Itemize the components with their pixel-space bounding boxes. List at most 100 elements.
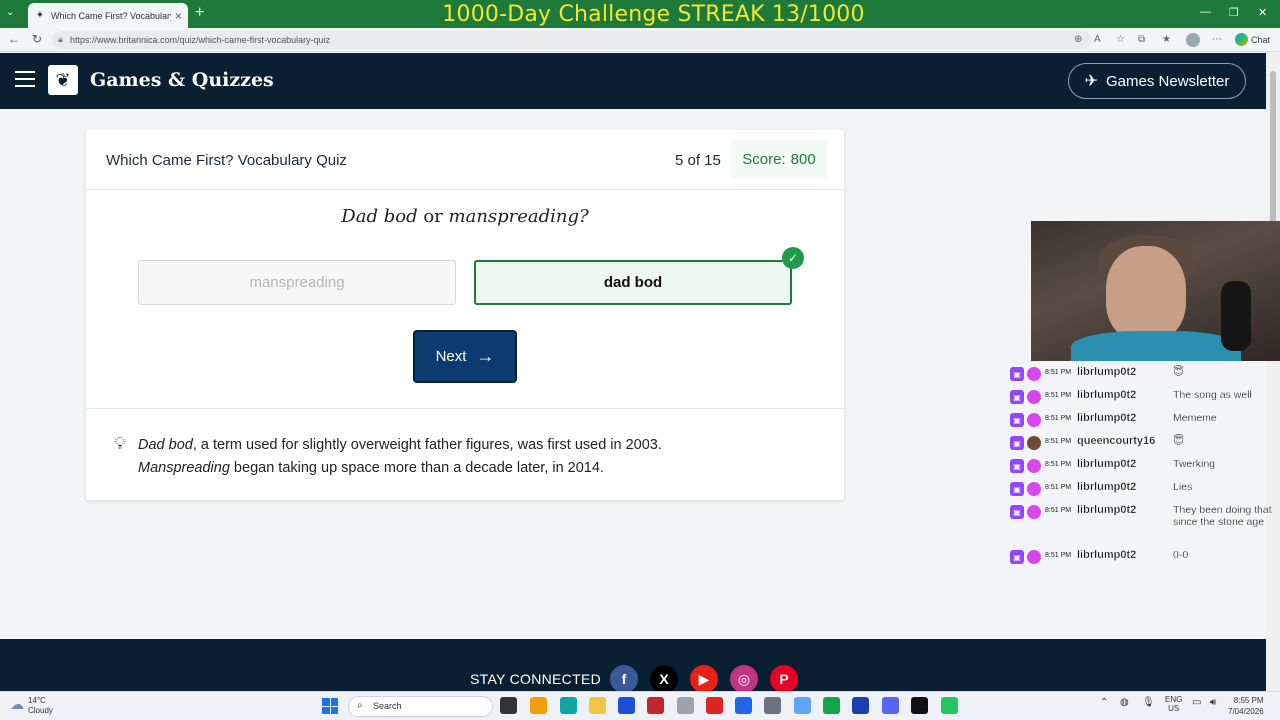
- chat-user: librlump0t2: [1077, 412, 1137, 424]
- divider: [86, 408, 844, 409]
- chat-time: 8:51 PM: [1045, 484, 1072, 491]
- windows-start-icon[interactable]: [322, 698, 338, 714]
- chat-message: ▣ 8:51 PM librlump0t2 Mememe: [1006, 411, 1276, 434]
- chat-time: 8:51 PM: [1045, 369, 1072, 376]
- cloud-icon: ☁: [10, 696, 24, 712]
- score-badge: Score: 800: [731, 140, 827, 178]
- system-clock[interactable]: 8:55 PM 7/04/2026: [1228, 695, 1264, 717]
- x-glyph: X: [659, 671, 669, 687]
- language-indicator[interactable]: ENG US: [1165, 695, 1182, 713]
- chat-message: ▣ 8:51 PM queencourty16 😇: [1006, 434, 1276, 457]
- search-icon: ⌕: [357, 700, 363, 711]
- user-avatar: [1027, 505, 1041, 519]
- twitch-icon: ▣: [1010, 367, 1024, 381]
- taskbar-search[interactable]: ⌕ Search: [348, 696, 493, 717]
- microphone-icon: [1221, 281, 1251, 351]
- chat-text: 0-0: [1173, 549, 1189, 561]
- chat-message: ▣ 8:51 PM librlump0t2 😇: [1006, 365, 1276, 388]
- next-label: Next: [435, 348, 467, 365]
- quiz-card: Which Came First? Vocabulary Quiz 5 of 1…: [86, 130, 844, 500]
- brand-name[interactable]: Games & Quizzes: [90, 69, 274, 91]
- microphone-tray-icon[interactable]: 🎙︎: [1142, 697, 1155, 708]
- chevron-up-icon[interactable]: ⌃: [1100, 697, 1108, 708]
- app-icon-l[interactable]: [706, 697, 723, 714]
- read-aloud-icon[interactable]: A: [1094, 34, 1101, 45]
- url-field[interactable]: 🔒︎ https://www.britannica.com/quiz/which…: [52, 31, 1092, 49]
- chat-text: 😇: [1173, 366, 1184, 378]
- answer-option-manspreading: manspreading: [138, 260, 456, 305]
- copilot-chat-button[interactable]: Chat: [1235, 33, 1270, 46]
- chat-time: 8:51 PM: [1045, 392, 1072, 399]
- pinterest-icon[interactable]: P: [770, 665, 798, 693]
- answer-explanation: Dad bod, a term used for slightly overwe…: [138, 434, 758, 480]
- chat-text: They been doing that since the stone age: [1173, 504, 1272, 528]
- favorite-star-icon[interactable]: ☆: [1116, 34, 1125, 45]
- settings-gear-icon[interactable]: [677, 697, 694, 714]
- edge-icon[interactable]: [560, 697, 577, 714]
- question-term-a: Dad bod: [341, 206, 418, 227]
- network-icon[interactable]: ◍: [1120, 697, 1129, 708]
- answer-option-dad-bod: dad bod: [474, 260, 792, 305]
- weather-widget[interactable]: ☁ 14°C Cloudy: [10, 696, 53, 716]
- chat-time: 8:51 PM: [1045, 552, 1072, 559]
- hamburger-menu-icon[interactable]: [15, 71, 35, 91]
- obs-icon[interactable]: [911, 697, 928, 714]
- app-icon-grid[interactable]: [941, 697, 958, 714]
- pinterest-glyph: P: [779, 671, 789, 687]
- webcam-feed: [1031, 221, 1280, 361]
- quiz-title: Which Came First? Vocabulary Quiz: [106, 152, 347, 169]
- user-avatar: [1027, 436, 1041, 450]
- refresh-icon[interactable]: ↻: [32, 32, 42, 46]
- address-bar-row: ← ↻ 🔒︎ https://www.britannica.com/quiz/w…: [0, 28, 1280, 52]
- explanation-part-1: , a term used for slightly overweight fa…: [192, 437, 662, 453]
- back-icon[interactable]: ←: [8, 32, 20, 46]
- clock-date: 7/04/2026: [1228, 707, 1264, 716]
- more-menu-icon[interactable]: ⋯: [1212, 34, 1222, 45]
- app-icon-red[interactable]: [647, 697, 664, 714]
- facebook-icon[interactable]: f: [610, 665, 638, 693]
- app-icon-gray[interactable]: [764, 697, 781, 714]
- britannica-logo-icon[interactable]: ❦: [48, 65, 78, 95]
- site-footer: STAY CONNECTED f X ▶ ◎ P: [0, 639, 1266, 693]
- user-avatar: [1027, 413, 1041, 427]
- site-header: ❦ Games & Quizzes ✈ Games Newsletter: [0, 53, 1266, 109]
- chat-message: ▣ 8:51 PM librlump0t2 Twerking: [1006, 457, 1276, 480]
- x-icon[interactable]: X: [650, 665, 678, 693]
- url-text: https://www.britannica.com/quiz/which-ca…: [70, 35, 331, 45]
- store-icon[interactable]: [618, 697, 635, 714]
- twitch-icon: ▣: [1010, 413, 1024, 427]
- chat-user: librlump0t2: [1077, 458, 1137, 470]
- favorites-icon[interactable]: ★: [1162, 34, 1171, 45]
- copilot-app-icon[interactable]: [530, 697, 547, 714]
- discord-icon[interactable]: [882, 697, 899, 714]
- volume-icon[interactable]: 🔊︎: [1210, 697, 1216, 708]
- next-button[interactable]: Next →: [413, 330, 517, 383]
- file-explorer-icon[interactable]: [589, 697, 606, 714]
- chat-message: ▣ 8:51 PM librlump0t2 Lies: [1006, 480, 1276, 503]
- chat-text: Lies: [1173, 481, 1193, 493]
- mail-icon[interactable]: [735, 697, 752, 714]
- newsletter-label: Games Newsletter: [1106, 72, 1230, 90]
- instagram-icon[interactable]: ◎: [730, 665, 758, 693]
- score-label: Score:: [742, 150, 786, 168]
- paper-plane-icon: ✈: [1084, 73, 1099, 90]
- chat-user: librlump0t2: [1077, 504, 1137, 516]
- app-icon-green[interactable]: [823, 697, 840, 714]
- chat-text: The song as well: [1173, 389, 1252, 401]
- user-avatar: [1027, 459, 1041, 473]
- calculator-icon[interactable]: [794, 697, 811, 714]
- word-icon[interactable]: [852, 697, 869, 714]
- profile-avatar[interactable]: [1186, 33, 1200, 47]
- question-text: Dad bod or manspreading?: [86, 206, 844, 227]
- temperature: 14°C: [28, 696, 46, 705]
- chat-time: 8:51 PM: [1045, 461, 1072, 468]
- display-icon[interactable]: ▭: [1192, 697, 1201, 708]
- lightbulb-icon: 💡︎: [114, 434, 126, 453]
- youtube-icon[interactable]: ▶: [690, 665, 718, 693]
- explanation-part-2: began taking up space more than a decade…: [229, 460, 604, 476]
- zoom-icon[interactable]: ⊕: [1074, 34, 1082, 45]
- task-view-icon[interactable]: [500, 697, 517, 714]
- games-newsletter-button[interactable]: ✈ Games Newsletter: [1068, 63, 1246, 99]
- extensions-icon[interactable]: ⧉: [1138, 34, 1145, 45]
- stay-connected-label: STAY CONNECTED: [470, 671, 601, 687]
